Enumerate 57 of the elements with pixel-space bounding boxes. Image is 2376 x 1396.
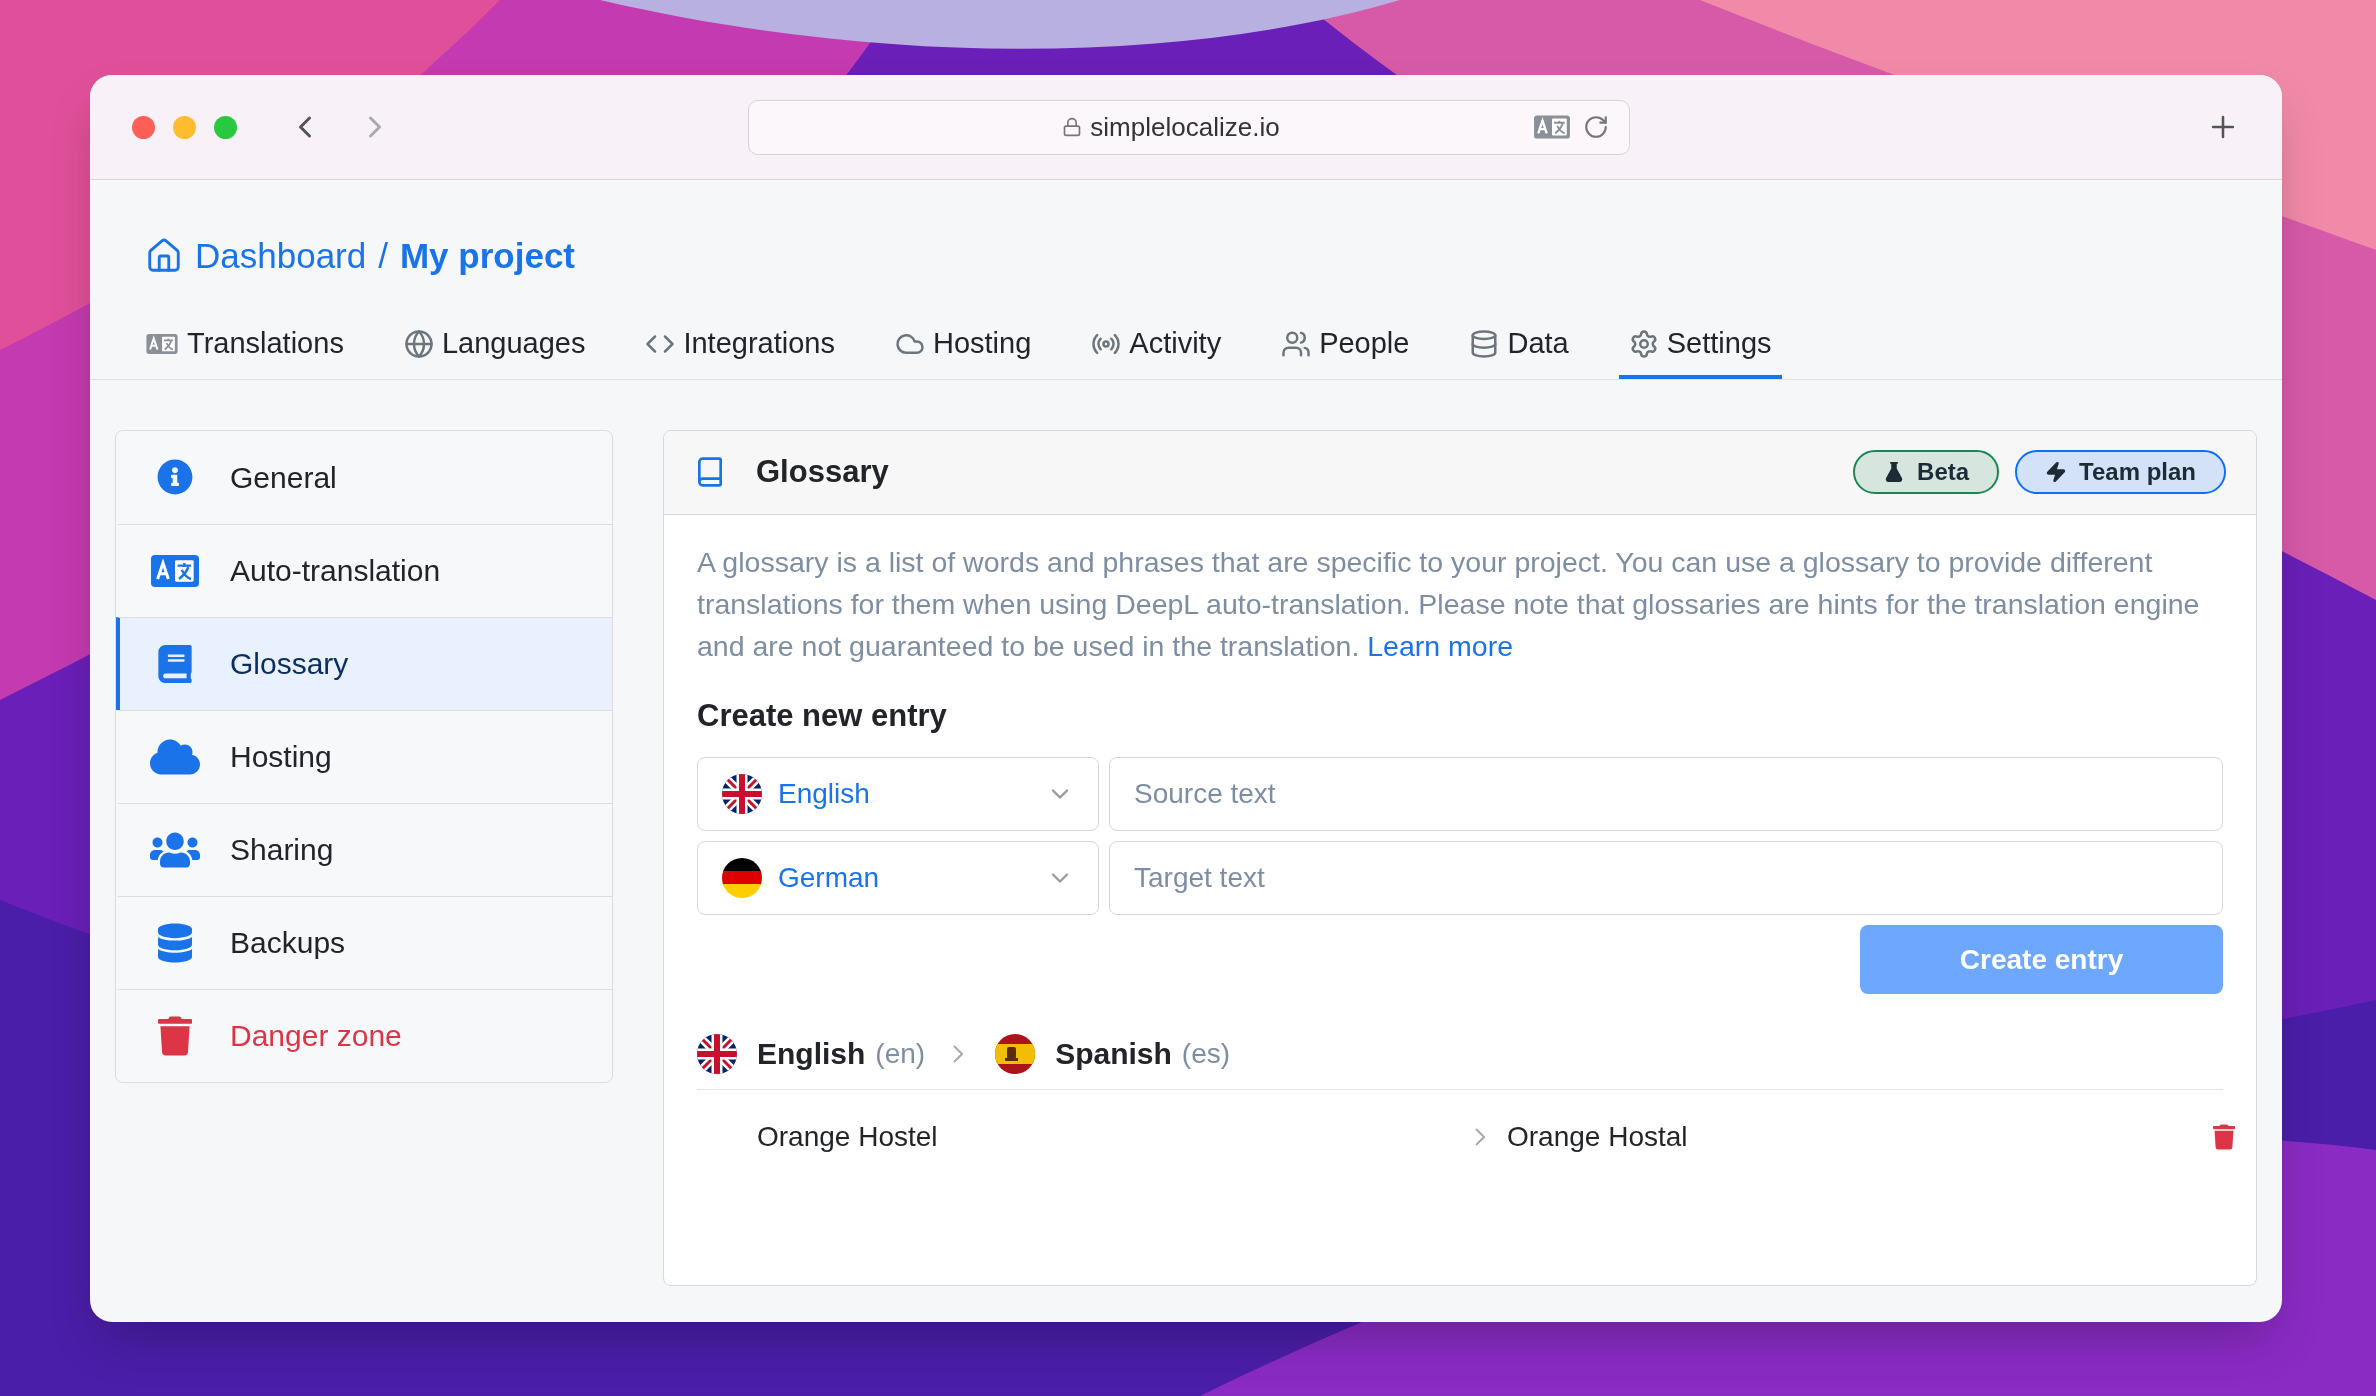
breadcrumb-current: My project: [399, 235, 575, 277]
lock-icon: [1062, 117, 1083, 137]
nav-tab[interactable]: Settings: [1618, 312, 1782, 379]
settings-menu-item[interactable]: Sharing: [116, 802, 612, 896]
reload-icon[interactable]: [1583, 114, 1609, 140]
delete-icon[interactable]: [2213, 1124, 2235, 1150]
description-text: A glossary is a list of words and phrases that are specific to your project. You can use a glossary to provide different translations for them when using DeepL auto-translation. Please note that glossaries are hints for the translation engine and are not guaranteed to be used in the translation. Learn more: [697, 544, 2201, 664]
chevron-right-icon: [1475, 1128, 1485, 1146]
settings-icon: [1628, 328, 1659, 359]
lightning-icon: [2045, 461, 2068, 483]
settings-menu-item[interactable]: Auto-translation: [116, 523, 612, 617]
translate-icon: [150, 554, 200, 587]
panel-title: Glossary: [756, 452, 889, 491]
nav-tab[interactable]: Languages: [393, 312, 596, 379]
flag-icon: [722, 774, 762, 814]
breadcrumb-link[interactable]: Dashboard: [195, 230, 367, 283]
settings-menu-item[interactable]: Backups: [116, 895, 612, 989]
nav-tab[interactable]: Integrations: [635, 312, 845, 379]
language-code: (en): [875, 1036, 926, 1071]
nav-tab[interactable]: Translations: [135, 312, 354, 379]
plan-badge: Beta: [1853, 450, 2000, 494]
address-bar[interactable]: simplelocalize.io: [748, 99, 1630, 155]
plan-badge: Team plan: [2015, 450, 2226, 494]
translate-icon: [1533, 114, 1571, 140]
settings-menu-item[interactable]: Hosting: [116, 709, 612, 803]
language-select[interactable]: English: [697, 757, 1099, 831]
database-icon: [158, 922, 192, 963]
target-term: Orange Hostal: [1507, 1120, 1688, 1154]
globe-icon: [403, 328, 434, 359]
settings-menu-item[interactable]: Glossary: [116, 616, 612, 710]
database-icon: [1469, 328, 1500, 359]
language-select[interactable]: German: [697, 841, 1099, 915]
nav-tab[interactable]: Activity: [1081, 312, 1232, 379]
target-language: Spanish: [1055, 1036, 1172, 1072]
chevron-right-icon: [953, 1044, 964, 1063]
text-input[interactable]: Target text: [1109, 841, 2223, 915]
source-language: English: [757, 1036, 866, 1072]
language-code: (es): [1181, 1036, 1231, 1071]
form-heading: Create new entry: [697, 696, 948, 735]
source-term: Orange Hostel: [757, 1120, 939, 1154]
settings-menu-item[interactable]: Danger zone: [116, 988, 612, 1082]
book-icon: [158, 644, 192, 683]
url-text: simplelocalize.io: [1090, 110, 1280, 144]
settings-menu-item[interactable]: General: [116, 430, 612, 524]
trash-icon: [158, 1015, 192, 1056]
close-window-button[interactable]: [132, 115, 155, 139]
breadcrumb-separator: /: [378, 235, 388, 277]
flag-icon: [697, 1033, 737, 1074]
info-icon: [157, 459, 193, 495]
flag-icon: [722, 858, 762, 898]
flag-icon: [995, 1033, 1036, 1074]
nav-tab[interactable]: People: [1271, 312, 1420, 379]
translate-icon: [145, 332, 179, 355]
text-input[interactable]: Source text: [1109, 757, 2223, 831]
nav-tab[interactable]: Data: [1459, 312, 1579, 379]
nav-tab[interactable]: Hosting: [884, 312, 1042, 379]
learn-more-link[interactable]: Learn more: [1367, 629, 1513, 662]
